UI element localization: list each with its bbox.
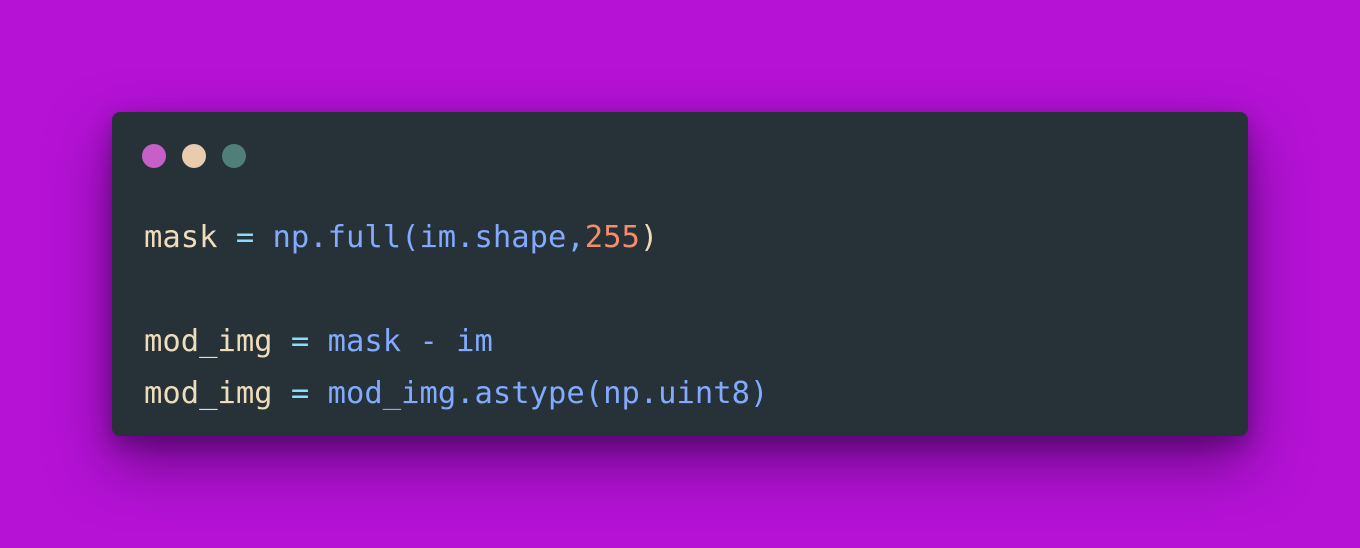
minimize-dot-icon[interactable] (182, 144, 206, 168)
window-controls (142, 144, 246, 168)
code-line-3: mod_img = mask - im (144, 316, 768, 368)
code-token: mod_img (144, 376, 273, 411)
code-token: mask (144, 220, 218, 255)
code-token: = (272, 376, 328, 411)
code-token: mod_img.astype(np.uint8) (327, 376, 769, 411)
maximize-dot-icon[interactable] (222, 144, 246, 168)
code-token: mask - im (327, 324, 493, 359)
code-line-4: mod_img = mod_img.astype(np.uint8) (144, 368, 768, 420)
code-line-1: mask = np.full(im.shape,255) (144, 212, 768, 264)
code-token: np.full(im.shape, (272, 220, 585, 255)
code-token: = (217, 220, 273, 255)
code-token: mod_img (144, 324, 273, 359)
code-block: mask = np.full(im.shape,255) mod_img = ma… (144, 212, 768, 420)
code-token: = (272, 324, 328, 359)
code-token: 255 (584, 220, 640, 255)
code-window: mask = np.full(im.shape,255) mod_img = ma… (112, 112, 1248, 436)
close-dot-icon[interactable] (142, 144, 166, 168)
code-token: ) (639, 220, 659, 255)
